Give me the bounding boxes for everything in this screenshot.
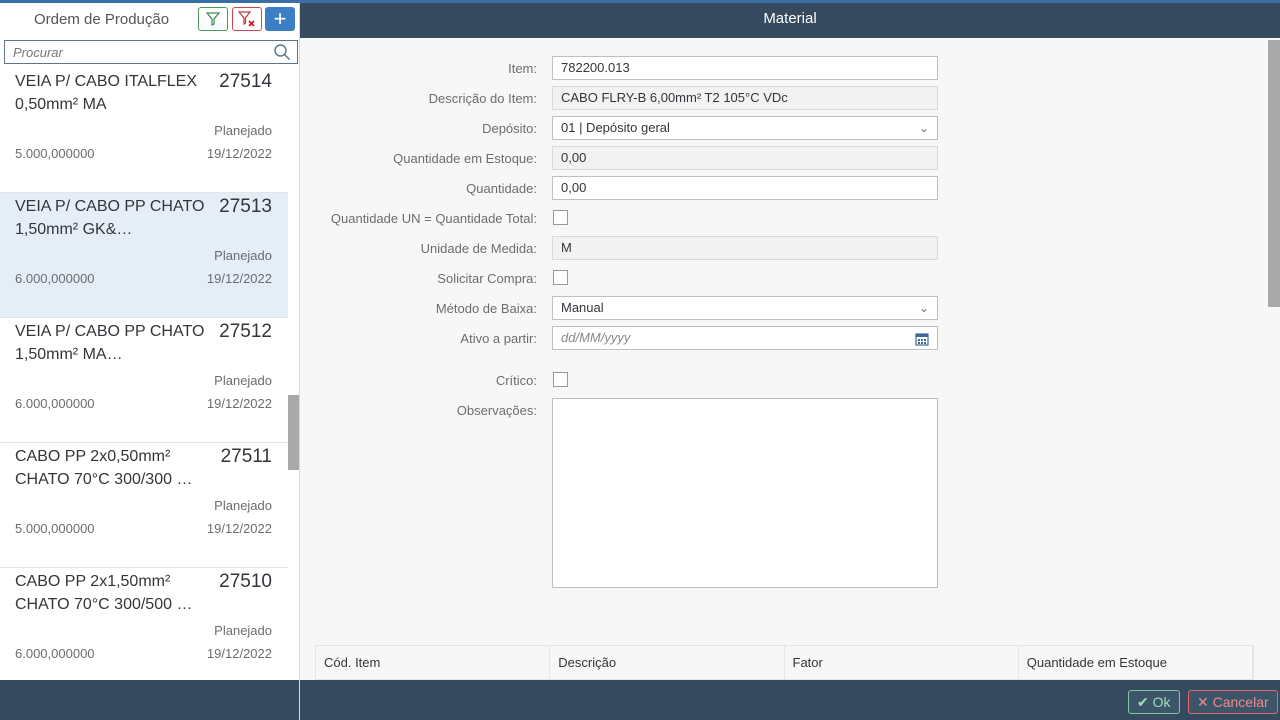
master-header: Ordem de Produção + <box>0 3 300 38</box>
item-quantity: 5.000,000000 <box>15 146 95 161</box>
ativo-placeholder: dd/MM/yyyy <box>561 330 631 345</box>
dialog-footer: ✔ Ok ✕ Cancelar <box>300 680 1280 720</box>
quantidade-label: Quantidade: <box>466 181 537 196</box>
list-item[interactable]: CABO PP 2x1,50mm² CHATO 70°C 300/500 … 27… <box>0 568 288 693</box>
item-status: Planejado <box>214 373 272 388</box>
list-item[interactable]: VEIA P/ CABO ITALFLEX 0,50mm² MA 27514 Pla… <box>0 68 288 193</box>
filter-icon <box>206 12 220 26</box>
item-date: 19/12/2022 <box>206 146 272 161</box>
cancel-label: Cancelar <box>1212 694 1269 710</box>
dialog-scrollbar[interactable] <box>1268 40 1280 307</box>
item-quantity: 5.000,000000 <box>15 521 95 536</box>
item-title: CABO PP 2x0,50mm² CHATO 70°C 300/300 … <box>15 448 193 488</box>
ativo-date-input[interactable]: dd/MM/yyyy <box>552 326 938 350</box>
item-number: 27510 <box>219 571 272 592</box>
list-scrollbar[interactable] <box>288 68 299 680</box>
calendar-icon[interactable] <box>915 332 929 346</box>
qtd-un-checkbox[interactable] <box>553 210 568 225</box>
order-list: VEIA P/ CABO ITALFLEX 0,50mm² MA 27514 Pla… <box>0 68 288 693</box>
column-header[interactable]: Fator <box>785 646 1019 679</box>
metodo-value: Manual <box>561 300 604 315</box>
close-icon: ✕ <box>1197 694 1213 710</box>
item-date: 19/12/2022 <box>206 271 272 286</box>
item-status: Planejado <box>214 123 272 138</box>
solicitar-checkbox[interactable] <box>553 270 568 285</box>
estoque-field: 0,00 <box>552 146 938 170</box>
item-title: VEIA P/ CABO PP CHATO 1,50mm² MA… <box>15 323 205 363</box>
ok-label: Ok <box>1152 694 1171 710</box>
unidade-field: M <box>552 236 938 260</box>
deposito-value: 01 | Depósito geral <box>561 120 670 135</box>
metodo-label: Método de Baixa: <box>435 301 537 316</box>
estoque-label: Quantidade em Estoque: <box>393 151 537 166</box>
descricao-field: CABO FLRY-B 6,00mm² T2 105°C VDc <box>552 86 938 110</box>
descricao-label: Descrição do Item: <box>428 91 537 106</box>
item-quantity: 6.000,000000 <box>15 646 95 661</box>
item-date: 19/12/2022 <box>206 646 272 661</box>
item-date: 19/12/2022 <box>206 521 272 536</box>
dialog-header: Material <box>300 3 1280 38</box>
critico-label: Crítico: <box>495 373 537 388</box>
check-icon: ✔ <box>1137 694 1153 710</box>
list-item[interactable]: CABO PP 2x0,50mm² CHATO 70°C 300/300 … 27… <box>0 443 288 568</box>
item-title: VEIA P/ CABO PP CHATO 1,50mm² GK&… <box>15 198 205 238</box>
qtd-un-label: Quantidade UN = Quantidade Total: <box>330 211 537 226</box>
quantidade-input[interactable]: 0,00 <box>552 176 938 200</box>
clear-filter-button[interactable] <box>232 7 262 31</box>
item-date: 19/12/2022 <box>206 396 272 411</box>
critico-checkbox[interactable] <box>553 372 568 387</box>
scrollbar-thumb[interactable] <box>288 395 299 470</box>
clear-filter-icon <box>238 11 255 27</box>
item-status: Planejado <box>214 498 272 513</box>
deposito-select[interactable]: 01 | Depósito geral ⌄ <box>552 116 938 140</box>
item-title: VEIA P/ CABO ITALFLEX 0,50mm² MA <box>15 73 197 113</box>
master-panel: Ordem de Produção + VEIA P/ CABO ITALFLE… <box>0 0 300 720</box>
item-title: CABO PP 2x1,50mm² CHATO 70°C 300/500 … <box>15 573 193 613</box>
item-quantity: 6.000,000000 <box>15 271 95 286</box>
item-number: 27511 <box>220 446 272 467</box>
list-item[interactable]: VEIA P/ CABO PP CHATO 1,50mm² MA… 27512 Pl… <box>0 318 288 443</box>
ativo-label: Ativo a partir: <box>460 331 537 346</box>
item-status: Planejado <box>214 248 272 263</box>
top-accent-bar <box>0 0 1280 3</box>
chevron-down-icon[interactable]: ⌄ <box>919 297 929 319</box>
filter-button[interactable] <box>198 7 228 31</box>
item-number: 27513 <box>219 196 272 217</box>
item-number: 27514 <box>219 71 272 92</box>
item-quantity: 6.000,000000 <box>15 396 95 411</box>
chevron-down-icon[interactable]: ⌄ <box>919 117 929 139</box>
master-title: Ordem de Produção <box>34 11 170 28</box>
observacoes-textarea[interactable] <box>552 398 938 588</box>
search-field[interactable] <box>4 40 298 64</box>
item-number: 27512 <box>219 321 272 342</box>
list-item[interactable]: VEIA P/ CABO PP CHATO 1,50mm² GK&… 27513 P… <box>0 193 288 318</box>
unidade-label: Unidade de Medida: <box>420 241 537 256</box>
plus-icon: + <box>273 6 287 31</box>
metodo-select[interactable]: Manual ⌄ <box>552 296 938 320</box>
add-button[interactable]: + <box>265 6 295 31</box>
ok-button[interactable]: ✔ Ok <box>1128 690 1180 714</box>
item-label: Item: <box>508 61 537 76</box>
column-header[interactable]: Descrição <box>550 646 785 679</box>
deposito-label: Depósito: <box>482 121 537 136</box>
column-header[interactable]: Quantidade em Estoque <box>1019 646 1253 679</box>
item-status: Planejado <box>214 623 272 638</box>
search-input[interactable] <box>5 41 265 63</box>
search-icon[interactable] <box>273 43 291 61</box>
solicitar-label: Solicitar Compra: <box>437 271 537 286</box>
column-header[interactable]: Cód. Item <box>316 646 551 679</box>
cancel-button[interactable]: ✕ Cancelar <box>1188 690 1278 714</box>
items-table-header: Cód. Item Descrição Fator Quantidade em … <box>315 645 1254 680</box>
master-footer <box>0 680 299 720</box>
item-input[interactable]: 782200.013 <box>552 56 938 80</box>
observacoes-label: Observações: <box>456 403 537 418</box>
